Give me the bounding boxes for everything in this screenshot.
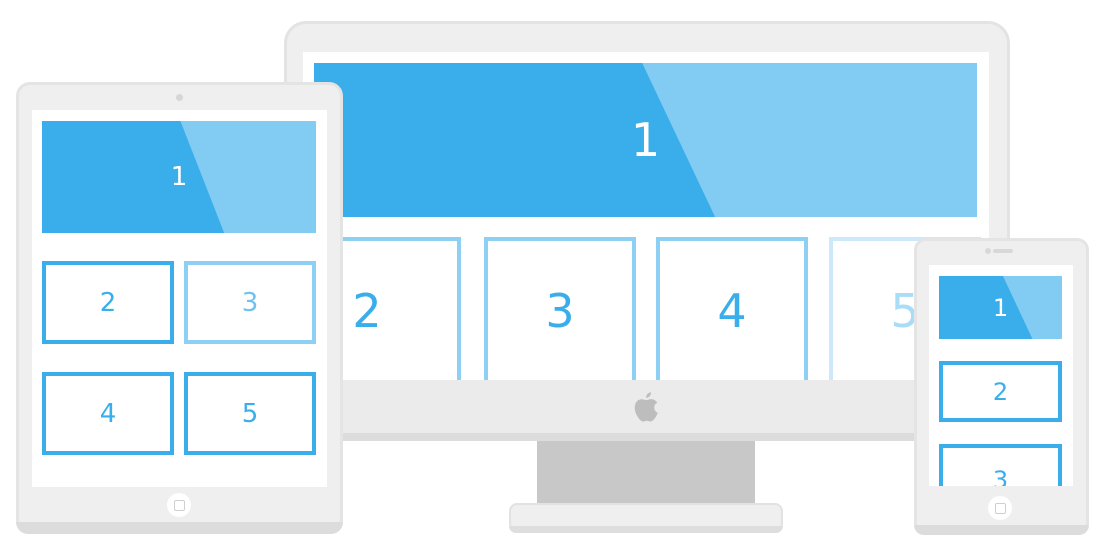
phone-tile-2: 2	[939, 361, 1062, 422]
tablet-tile-1-label: 1	[170, 162, 188, 192]
phone-camera-icon	[985, 248, 991, 254]
desktop-chin-shadow	[284, 433, 1010, 441]
tablet-tile-1: 1	[42, 121, 316, 233]
tablet-tile-4: 4	[42, 372, 174, 455]
phone-tile-2-label: 2	[992, 377, 1009, 406]
tablet-camera-icon	[176, 94, 183, 101]
desktop-stand-base-shadow	[509, 526, 783, 533]
tablet-tile-4-label: 4	[99, 398, 117, 429]
tablet-tile-2-label: 2	[99, 287, 117, 318]
tablet-tile-5: 5	[184, 372, 316, 455]
desktop-tile-4: 4	[656, 237, 808, 380]
home-button-icon[interactable]	[167, 493, 191, 517]
tablet-screen: 1 2 3 4 5	[32, 110, 327, 487]
desktop-stand-neck	[537, 441, 755, 505]
tablet-tile-2: 2	[42, 261, 174, 344]
tablet-tile-5-label: 5	[241, 398, 259, 429]
tablet-tile-3-label: 3	[241, 287, 259, 318]
phone-tile-3: 3	[939, 444, 1062, 486]
phone-shadow	[914, 525, 1089, 535]
tablet-shadow	[16, 522, 343, 534]
desktop-tile-1: 1	[314, 63, 977, 217]
phone-tile-1: 1	[939, 276, 1062, 339]
phone-speaker-icon	[993, 249, 1013, 253]
phone-tile-1-label: 1	[992, 293, 1009, 322]
apple-logo-icon	[634, 392, 658, 422]
phone-screen: 1 2 3	[929, 265, 1073, 486]
desktop-tile-3: 3	[484, 237, 636, 380]
desktop-tile-3-label: 3	[545, 284, 575, 338]
desktop-tile-4-label: 4	[717, 284, 747, 338]
desktop-screen: 1 2 3 4 5	[303, 52, 989, 380]
desktop-tile-1-label: 1	[630, 113, 661, 167]
phone-tile-3-label: 3	[992, 466, 1009, 486]
home-button-icon[interactable]	[988, 496, 1012, 520]
tablet-tile-3: 3	[184, 261, 316, 344]
